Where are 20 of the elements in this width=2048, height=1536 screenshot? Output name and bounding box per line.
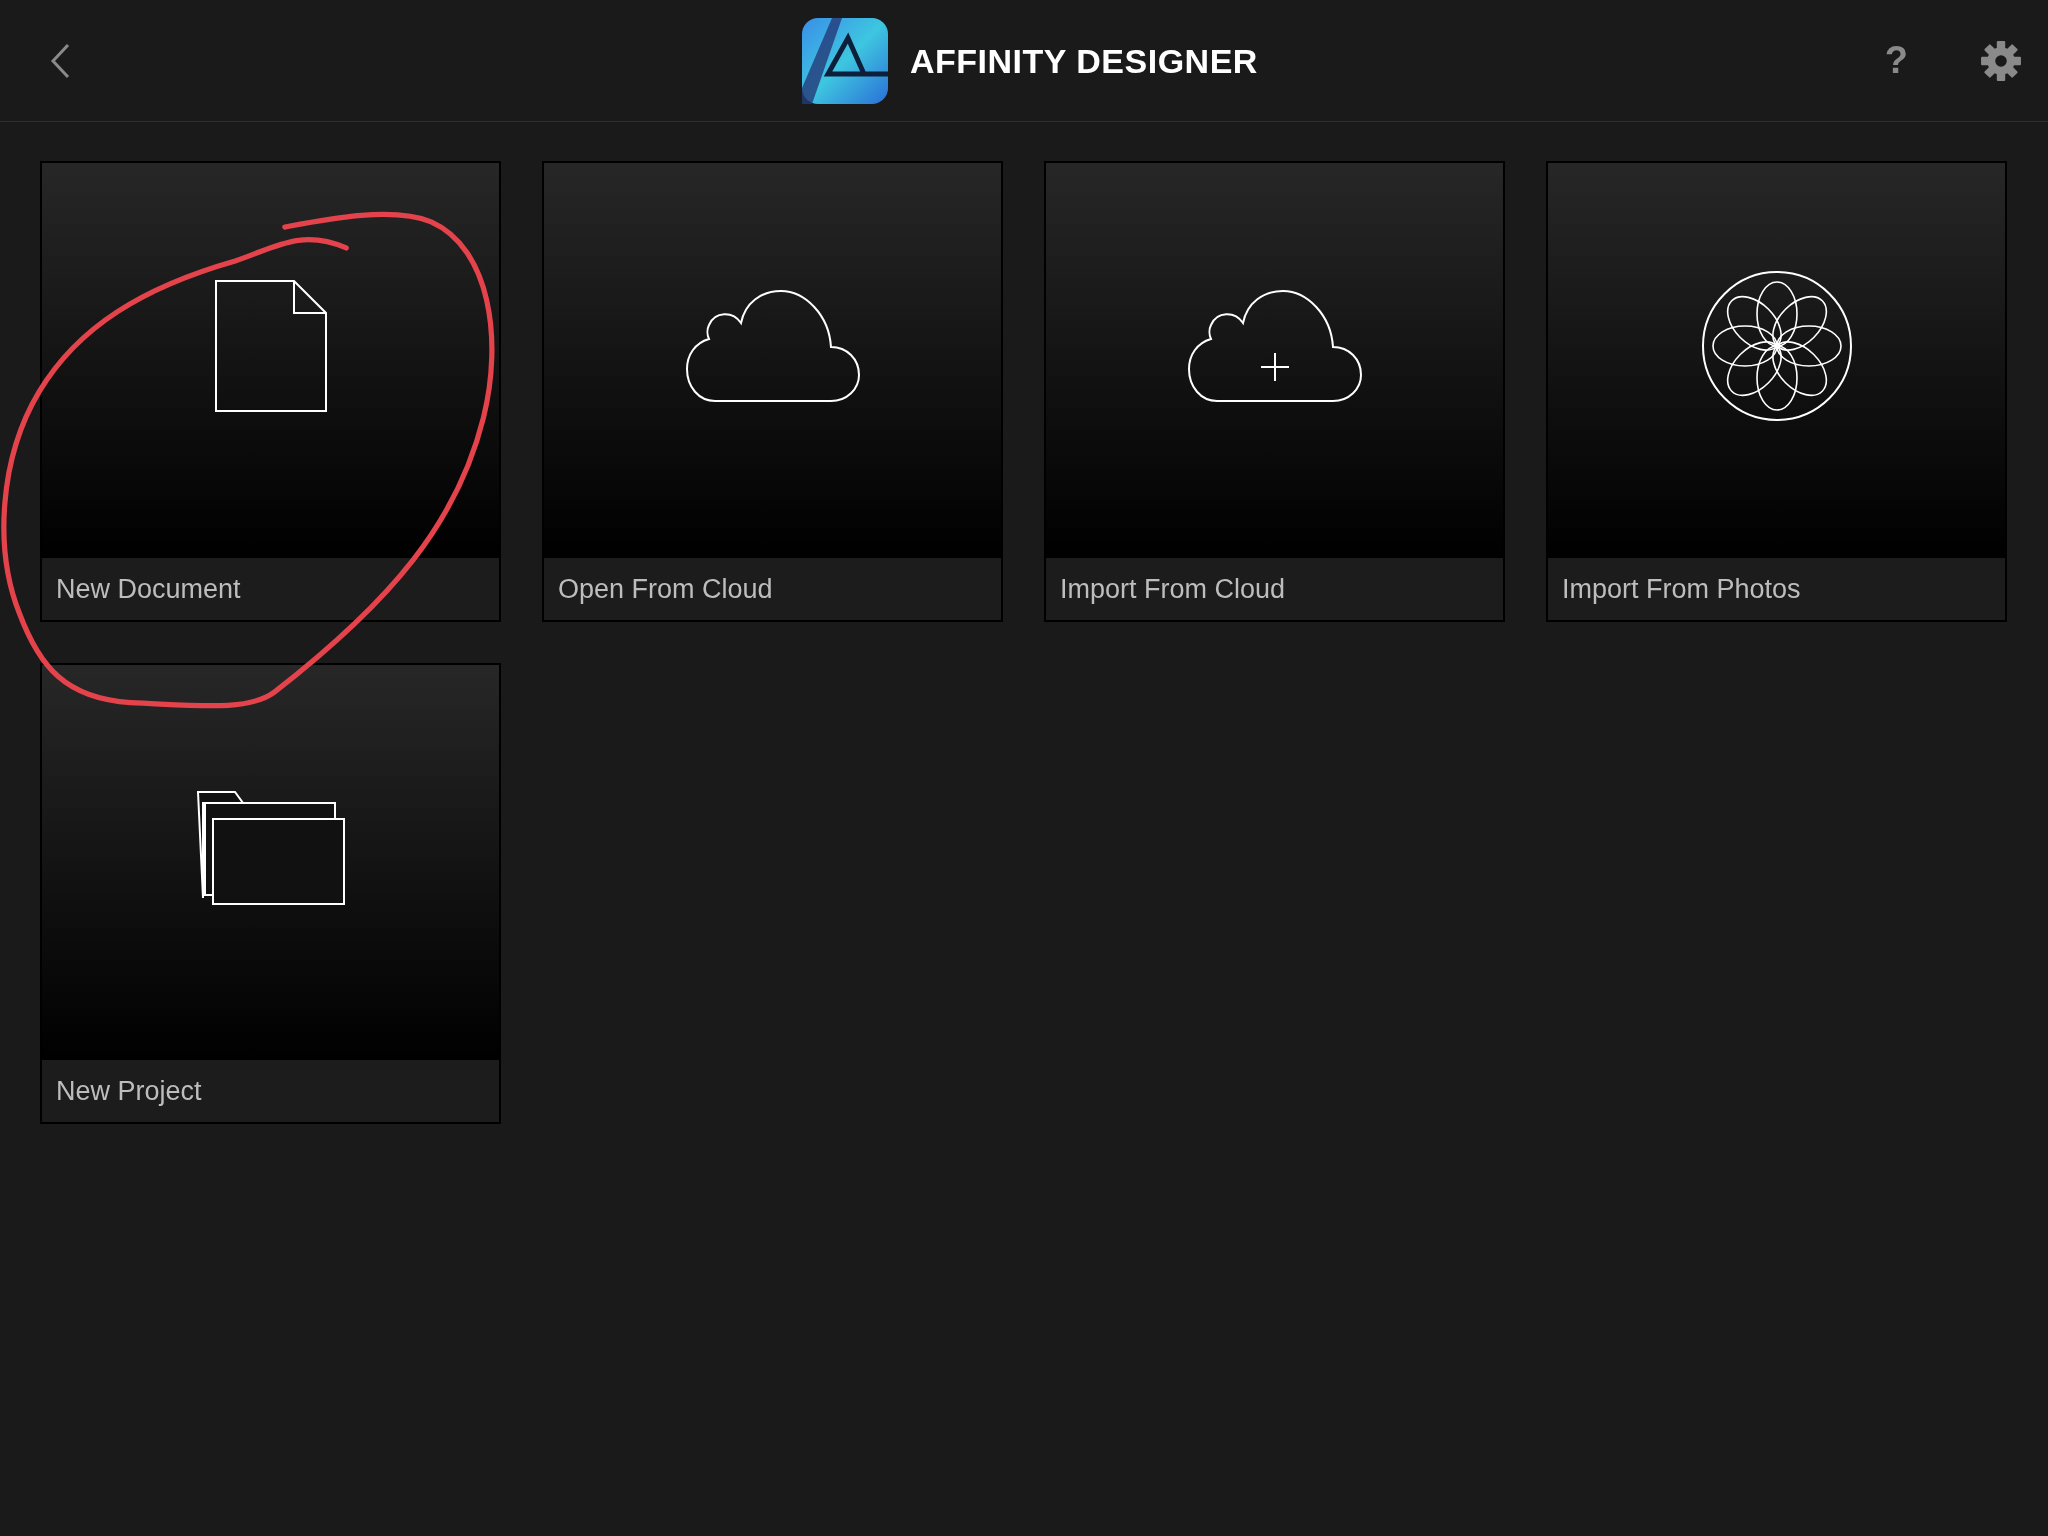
folders-icon	[196, 790, 345, 905]
document-icon	[214, 279, 327, 412]
help-button[interactable]: ?	[1884, 39, 1908, 82]
tile-label: Open From Cloud	[557, 572, 774, 606]
tile-label: New Document	[55, 572, 242, 606]
flower-icon	[1700, 269, 1853, 422]
new-item-tile[interactable]: Open From Cloud	[542, 161, 1003, 622]
tile-label: New Project	[55, 1074, 203, 1108]
new-item-tile[interactable]: New Document	[40, 161, 501, 622]
cloud-plus-icon	[1186, 288, 1363, 403]
app-logo-icon	[802, 18, 888, 104]
tile-label: Import From Cloud	[1059, 572, 1287, 606]
new-item-tile[interactable]: Import From Photos	[1546, 161, 2007, 622]
settings-icon[interactable]	[1980, 39, 2022, 82]
app-title: AFFINITY DESIGNER	[910, 41, 1258, 81]
tile-label: Import From Photos	[1561, 572, 1802, 606]
cloud-icon	[684, 288, 861, 403]
new-item-tile[interactable]: New Project	[40, 663, 501, 1124]
back-icon[interactable]	[50, 42, 70, 79]
new-item-tile[interactable]: Import From Cloud	[1044, 161, 1505, 622]
